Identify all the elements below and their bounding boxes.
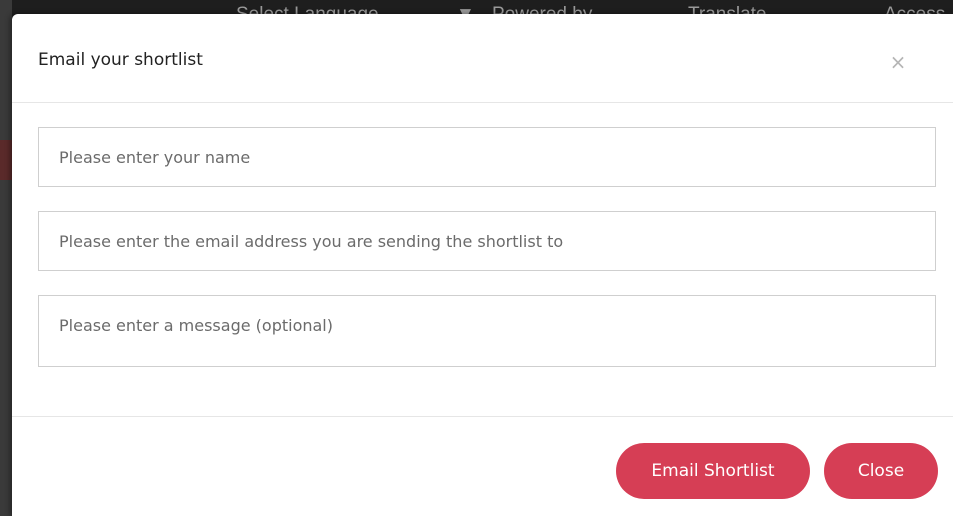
- background-accent: [0, 140, 12, 180]
- dialog-title: Email your shortlist: [38, 50, 203, 70]
- close-icon[interactable]: ×: [888, 52, 908, 72]
- message-textarea[interactable]: [38, 295, 936, 367]
- close-button[interactable]: Close: [824, 443, 938, 499]
- email-shortlist-button[interactable]: Email Shortlist: [616, 443, 810, 499]
- dialog-body: [12, 103, 953, 417]
- email-shortlist-dialog: Email your shortlist × Email Shortlist C…: [12, 14, 953, 516]
- email-input[interactable]: [38, 211, 936, 271]
- dialog-header: Email your shortlist ×: [12, 14, 953, 103]
- background-page-edge: [0, 0, 12, 516]
- name-input[interactable]: [38, 127, 936, 187]
- dialog-footer: Email Shortlist Close: [12, 416, 953, 516]
